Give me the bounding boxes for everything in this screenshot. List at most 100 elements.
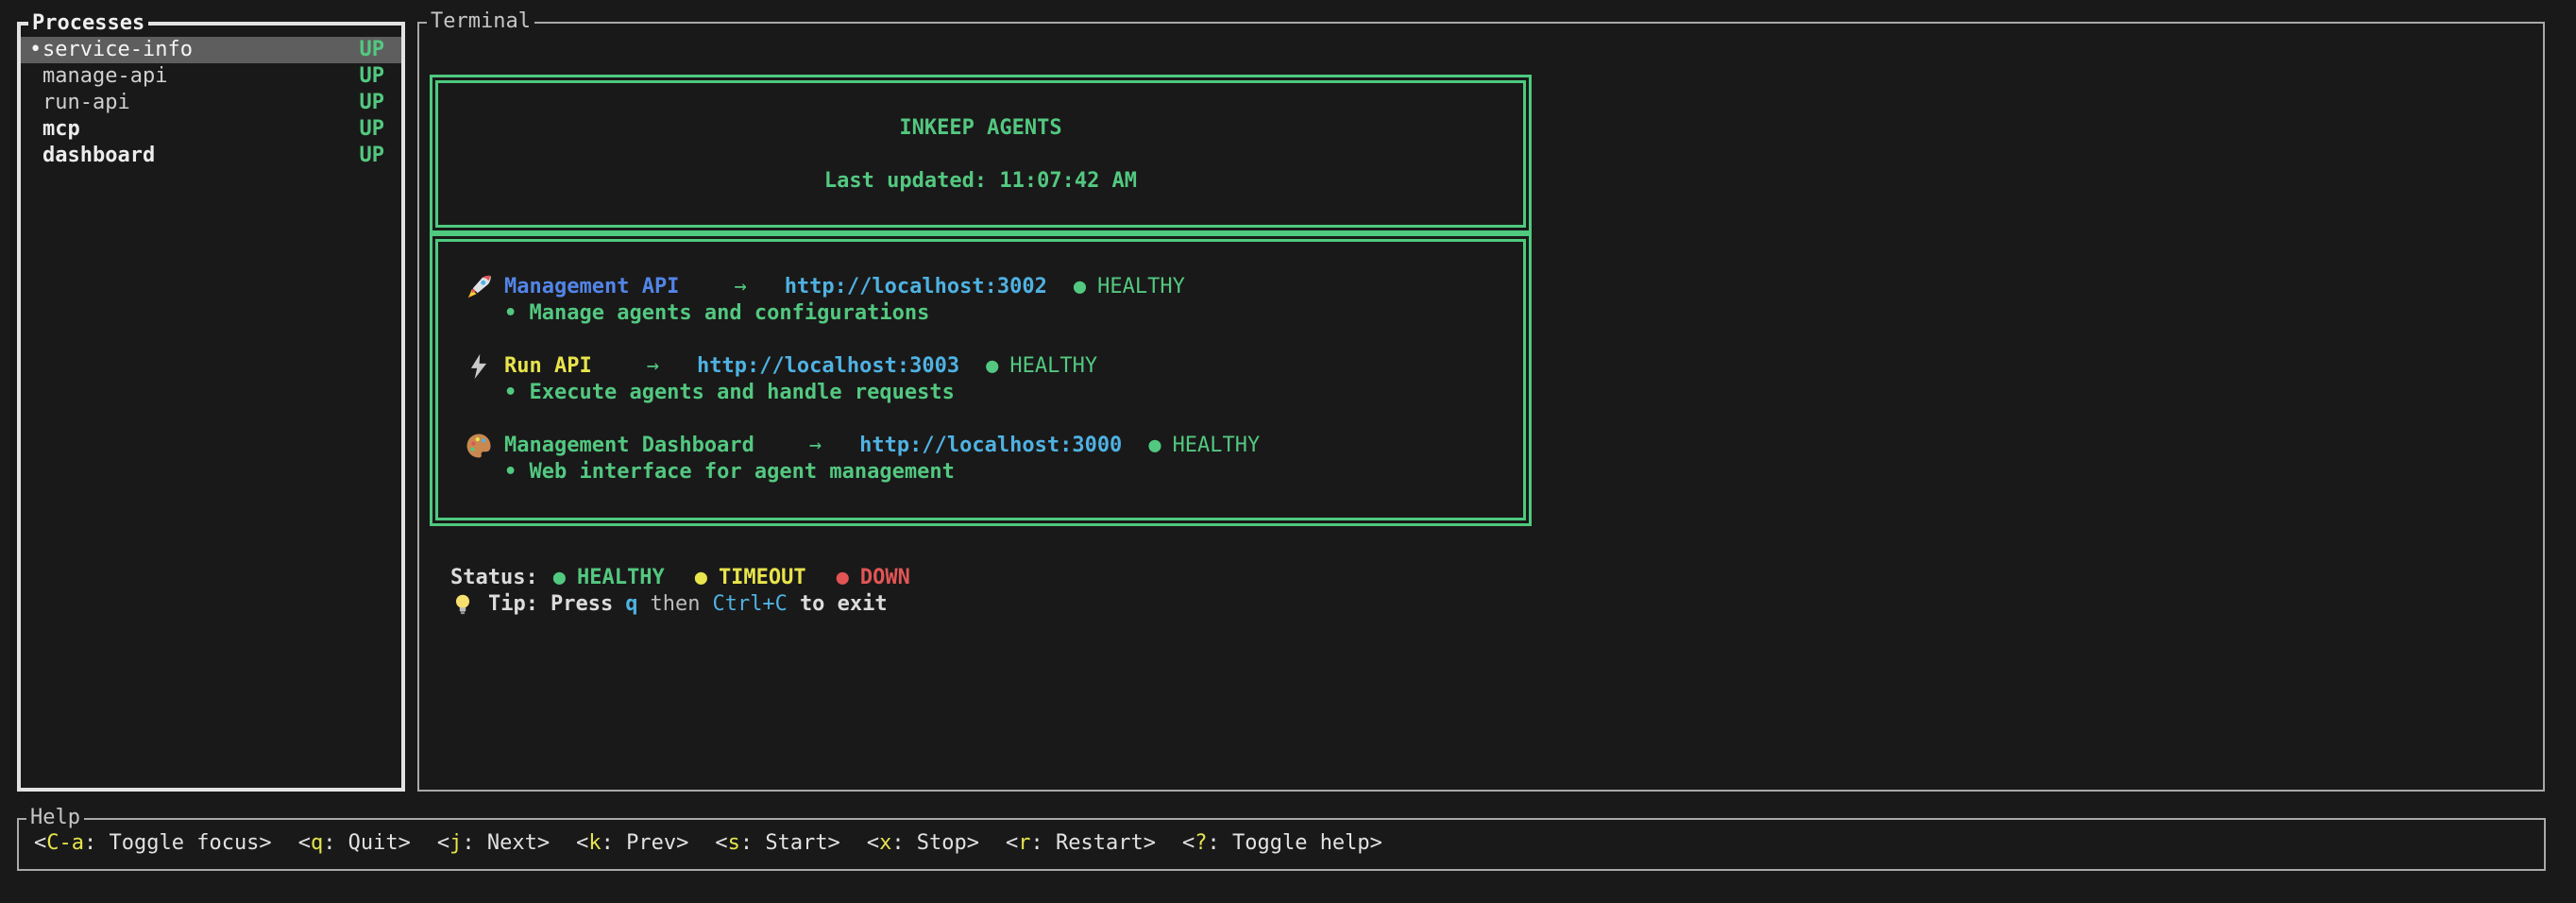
shortcut-open-bracket: < — [576, 831, 588, 855]
processes-panel-title: Processes — [28, 10, 148, 37]
shortcut-open-bracket: < — [298, 831, 311, 855]
tip-segment: to exit — [800, 592, 888, 616]
status-dot-icon: ● — [837, 565, 849, 591]
shortcut-action: : Quit> — [323, 831, 411, 855]
terminal-panel: Terminal INKEEP AGENTS Last updated: 11:… — [417, 22, 2545, 792]
tip-segment: Press — [551, 592, 613, 616]
process-status-badge: UP — [360, 143, 385, 169]
rocket-icon — [465, 273, 504, 301]
service-url[interactable]: http://localhost:3002 — [785, 274, 1047, 300]
shortcut-key: r — [1018, 831, 1030, 855]
palette-icon — [465, 432, 504, 460]
process-row[interactable]: run-apiUP — [21, 90, 401, 116]
agents-header-box: INKEEP AGENTS Last updated: 11:07:42 AM — [430, 75, 1532, 233]
service-entry: Management API → http://localhost:3002 ● HEA… — [465, 274, 1523, 327]
help-shortcut: <q: Quit> — [298, 831, 411, 855]
processes-panel: Processes •service-infoUPmanage-apiUPrun… — [17, 22, 405, 792]
service-url[interactable]: http://localhost:3003 — [697, 353, 959, 380]
shortcut-open-bracket: < — [1006, 831, 1018, 855]
service-name: Management Dashboard — [504, 433, 754, 459]
status-legend: Status: ●HEALTHY●TIMEOUT●DOWN — [450, 565, 2543, 591]
status-legend-items: ●HEALTHY●TIMEOUT●DOWN — [553, 565, 941, 591]
service-name: Run API — [504, 353, 592, 380]
process-name: dashboard — [42, 143, 360, 169]
process-list: •service-infoUPmanage-apiUPrun-apiUPmcpU… — [21, 26, 401, 169]
service-description: • Web interface for agent management — [465, 459, 1523, 486]
help-shortcuts: <C-a: Toggle focus><q: Quit><j: Next><k:… — [19, 820, 2544, 867]
process-name: run-api — [42, 90, 360, 116]
tip-line: Tip:PressqthenCtrl+Cto exit — [450, 591, 2543, 618]
shortcut-key: C-a — [46, 831, 84, 855]
legend-item: ●HEALTHY — [553, 565, 665, 591]
services-box: Management API → http://localhost:3002 ● HEA… — [430, 233, 1532, 526]
health-status: HEALTHY — [1097, 274, 1185, 300]
last-updated-text: Last updated: 11:07:42 AM — [438, 168, 1523, 195]
process-name: service-info — [42, 37, 360, 63]
status-dot-icon: ● — [695, 565, 707, 591]
shortcut-key: k — [588, 831, 601, 855]
tip-text: Tip:PressqthenCtrl+Cto exit — [488, 591, 900, 618]
service-url[interactable]: http://localhost:3000 — [859, 433, 1122, 459]
help-panel-title: Help — [26, 805, 84, 831]
terminal-panel-title: Terminal — [427, 9, 534, 35]
process-row[interactable]: •service-infoUP — [21, 37, 401, 63]
shortcut-open-bracket: < — [1182, 831, 1195, 855]
status-legend-label: Status: — [450, 565, 538, 591]
service-line: Management API → http://localhost:3002 ● HEA… — [465, 274, 1523, 300]
health-dot-icon: ● — [1148, 433, 1161, 459]
service-line: Management Dashboard → http://localhost:30… — [465, 433, 1523, 459]
shortcut-key: s — [728, 831, 740, 855]
service-description: • Manage agents and configurations — [465, 300, 1523, 327]
status-dot-icon: ● — [553, 565, 566, 591]
process-row[interactable]: mcpUP — [21, 116, 401, 143]
help-shortcut: <s: Start> — [715, 831, 839, 855]
service-description: • Execute agents and handle requests — [465, 380, 1523, 406]
shortcut-action: : Start> — [740, 831, 840, 855]
health-status: HEALTHY — [1009, 353, 1097, 380]
shortcut-action: : Toggle help> — [1207, 831, 1381, 855]
arrow-icon: → — [809, 433, 822, 459]
legend-item-label: TIMEOUT — [719, 565, 806, 591]
help-shortcut: <r: Restart> — [1006, 831, 1156, 855]
legend-item-label: DOWN — [860, 565, 910, 591]
selected-indicator: • — [29, 37, 42, 63]
shortcut-action: : Prev> — [602, 831, 689, 855]
shortcut-open-bracket: < — [867, 831, 879, 855]
process-status-badge: UP — [360, 37, 385, 63]
process-name: mcp — [42, 116, 360, 143]
service-entry: Management Dashboard → http://localhost:30… — [465, 433, 1523, 486]
tip-segment: Ctrl+C — [712, 592, 787, 616]
shortcut-open-bracket: < — [437, 831, 449, 855]
process-status-badge: UP — [360, 90, 385, 116]
help-shortcut: <k: Prev> — [576, 831, 688, 855]
bulb-icon — [450, 592, 488, 617]
help-shortcut: <?: Toggle help> — [1182, 831, 1382, 855]
shortcut-key: x — [879, 831, 891, 855]
tip-segment: Tip: — [488, 592, 538, 616]
shortcut-open-bracket: < — [715, 831, 727, 855]
process-name: manage-api — [42, 63, 360, 90]
legend-item: ● DOWN — [837, 565, 910, 591]
help-shortcut: <j: Next> — [437, 831, 550, 855]
shortcut-action: : Next> — [462, 831, 550, 855]
service-line: Run API→http://localhost:3003●HEALTHY — [465, 353, 1523, 380]
shortcut-key: j — [449, 831, 462, 855]
tip-segment: then — [650, 592, 700, 616]
shortcut-key: ? — [1195, 831, 1207, 855]
health-dot-icon: ● — [1074, 274, 1086, 300]
health-dot-icon: ● — [986, 353, 998, 380]
process-status-badge: UP — [360, 63, 385, 90]
process-row[interactable]: manage-apiUP — [21, 63, 401, 90]
help-panel: Help <C-a: Toggle focus><q: Quit><j: Nex… — [17, 818, 2546, 871]
shortcut-key: q — [311, 831, 323, 855]
service-name: Management API — [504, 274, 679, 300]
arrow-icon: → — [734, 274, 746, 300]
help-shortcut: <C-a: Toggle focus> — [34, 831, 272, 855]
shortcut-action: : Restart> — [1031, 831, 1156, 855]
legend-item: ● TIMEOUT — [695, 565, 806, 591]
process-row[interactable]: dashboardUP — [21, 143, 401, 169]
shortcut-action: : Stop> — [891, 831, 979, 855]
health-status: HEALTHY — [1173, 433, 1261, 459]
service-entry: Run API→http://localhost:3003●HEALTHY• E… — [465, 353, 1523, 406]
process-status-badge: UP — [360, 116, 385, 143]
